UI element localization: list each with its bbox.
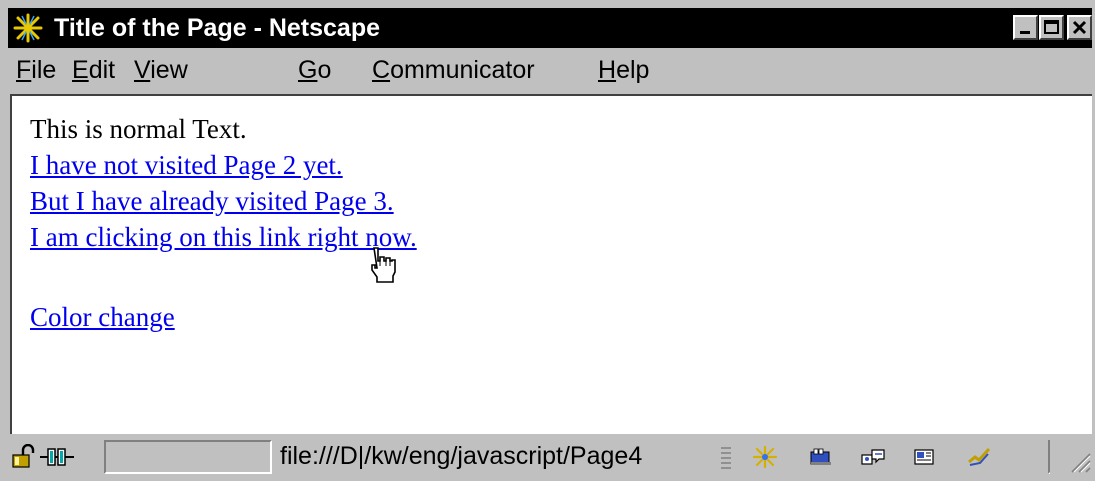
browser-window: Title of the Page - Netscape File Edit V… (0, 0, 1095, 481)
status-divider (1048, 440, 1050, 474)
window-title: Title of the Page - Netscape (54, 14, 381, 42)
menu-help[interactable]: Help (598, 54, 649, 86)
close-button[interactable] (1067, 15, 1092, 40)
menu-view[interactable]: View (134, 54, 188, 86)
menu-accel: V (134, 56, 151, 84)
close-icon (1072, 20, 1087, 35)
menu-label: iew (150, 56, 188, 84)
status-url: file:///D|/kw/eng/javascript/Page4 (280, 442, 643, 470)
composer-icon[interactable] (912, 446, 938, 468)
component-bar-icon[interactable] (966, 446, 992, 468)
netscape-logo-icon (12, 12, 44, 44)
menu-file[interactable]: File (16, 54, 56, 86)
menu-accel: H (598, 56, 617, 84)
link-page-2[interactable]: I have not visited Page 2 yet. (30, 148, 343, 182)
mailbox-icon[interactable] (808, 446, 834, 468)
menu-accel: E (72, 56, 89, 84)
minimize-button[interactable] (1013, 15, 1038, 40)
menu-go[interactable]: Go (298, 54, 331, 86)
link-active[interactable]: I am clicking on this link right now. (30, 220, 417, 254)
menu-label: dit (88, 56, 116, 84)
menu-label: elp (616, 56, 650, 84)
maximize-button[interactable] (1039, 15, 1064, 40)
status-bar: file:///D|/kw/eng/javascript/Page4 (8, 436, 1092, 478)
menu-bar: File Edit View Go Communicator Help (8, 50, 1092, 90)
navigator-icon[interactable] (752, 446, 778, 468)
progress-cell (104, 440, 272, 474)
menu-accel: G (298, 56, 318, 84)
menu-label: ile (31, 56, 57, 84)
menu-accel: F (16, 56, 32, 84)
page-content: This is normal Text. I have not visited … (10, 94, 1092, 434)
menu-edit[interactable]: Edit (72, 54, 115, 86)
hand-pointer-icon (371, 247, 396, 283)
link-color-change[interactable]: Color change (30, 300, 175, 334)
menu-label: ommunicator (390, 56, 535, 84)
lock-icon[interactable] (10, 444, 38, 470)
menu-accel: C (372, 56, 391, 84)
discussions-icon[interactable] (860, 446, 886, 468)
title-bar[interactable]: Title of the Page - Netscape (8, 8, 1092, 48)
menu-communicator[interactable]: Communicator (372, 54, 535, 86)
link-page-3[interactable]: But I have already visited Page 3. (30, 184, 394, 218)
component-bar-grip-icon[interactable] (720, 444, 732, 474)
minimize-icon (1020, 31, 1030, 34)
resize-grip-icon[interactable] (1066, 448, 1092, 474)
menu-label: o (317, 56, 332, 84)
normal-text: This is normal Text. (30, 114, 247, 144)
connection-icon[interactable] (38, 444, 76, 470)
maximize-icon (1044, 20, 1059, 34)
